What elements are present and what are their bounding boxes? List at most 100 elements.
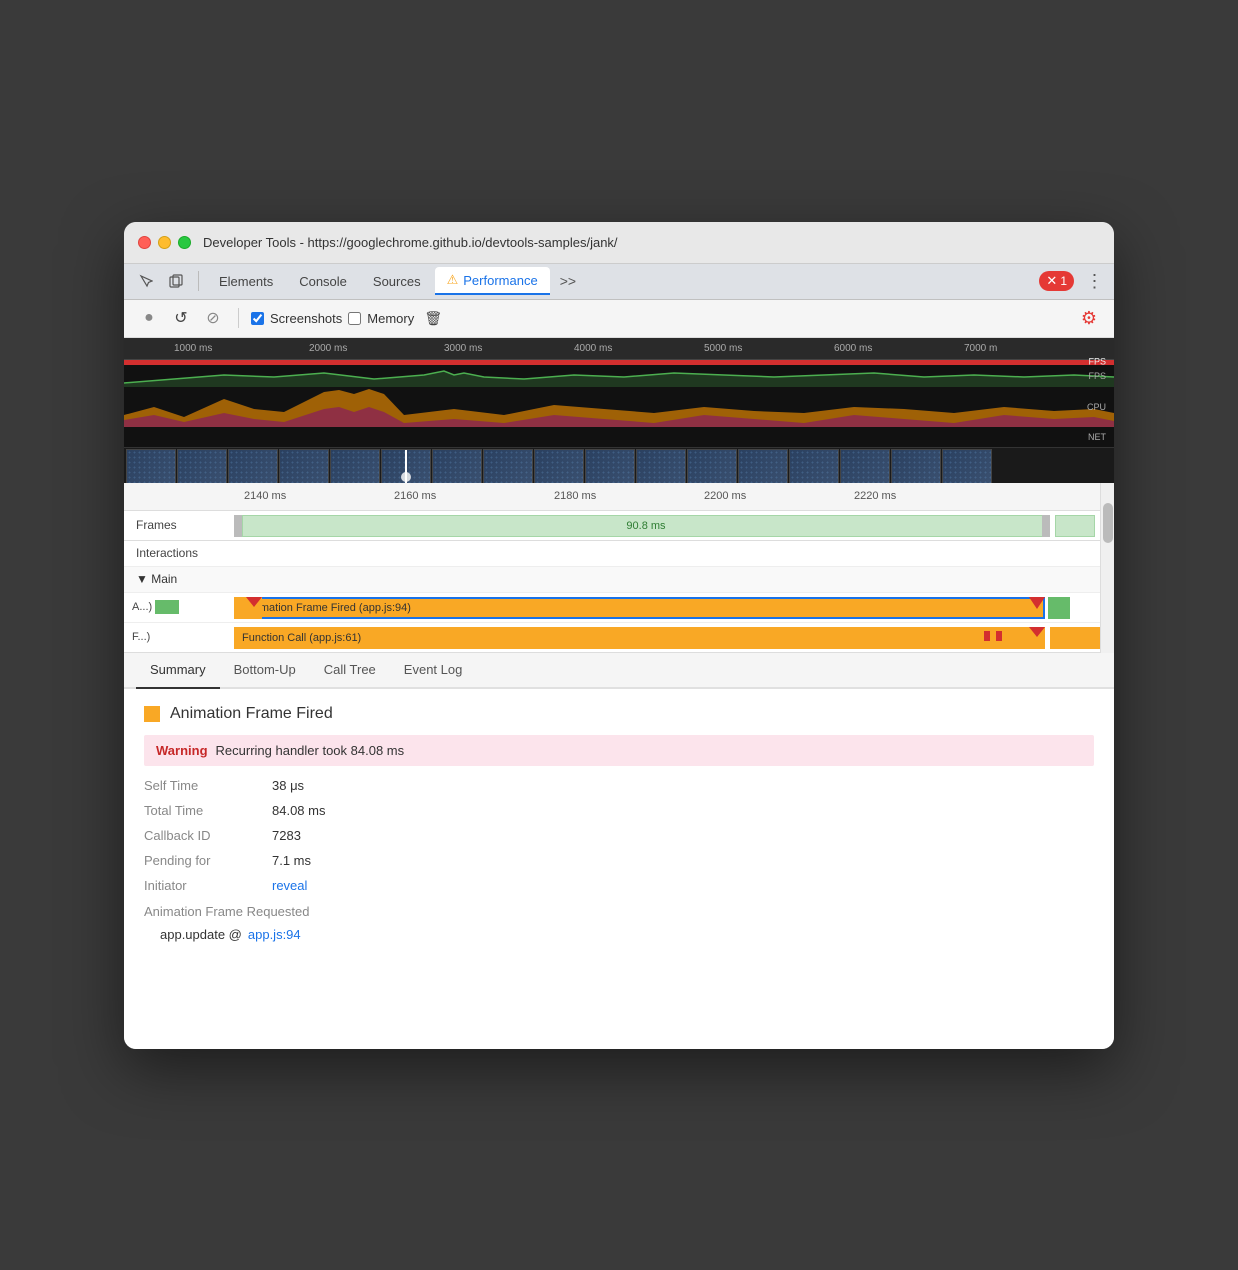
total-time-row: Total Time 84.08 ms bbox=[144, 803, 1094, 818]
maximize-button[interactable] bbox=[178, 236, 191, 249]
task1-row: A...) Animation Frame Fired (app.js:94) bbox=[124, 593, 1100, 623]
traffic-lights bbox=[138, 236, 191, 249]
anim-requested-label: Animation Frame Requested bbox=[144, 904, 309, 919]
memory-checkbox-input[interactable] bbox=[348, 312, 361, 325]
stack-link[interactable]: app.js:94 bbox=[248, 927, 301, 942]
kebab-menu-button[interactable]: ⋮ bbox=[1082, 269, 1106, 293]
tab-event-log[interactable]: Event Log bbox=[390, 653, 477, 689]
delete-button[interactable]: 🗑 bbox=[420, 305, 446, 331]
tab-bottom-up[interactable]: Bottom-Up bbox=[220, 653, 310, 689]
frames-row: Frames 90.8 ms bbox=[124, 511, 1100, 541]
initiator-row: Initiator reveal bbox=[144, 878, 1094, 893]
total-time-value: 84.08 ms bbox=[272, 803, 325, 818]
error-count: 1 bbox=[1060, 274, 1067, 288]
net-bar: NET bbox=[124, 427, 1114, 447]
summary-color-square bbox=[144, 706, 160, 722]
warning-row: Warning Recurring handler took 84.08 ms bbox=[144, 735, 1094, 766]
red-triangle bbox=[1029, 597, 1045, 609]
panel-tabs: Summary Bottom-Up Call Tree Event Log bbox=[124, 653, 1114, 689]
self-time-value: 38 μs bbox=[272, 778, 304, 793]
memory-label: Memory bbox=[367, 311, 414, 326]
tab-bar-right: ✕ 1 ⋮ bbox=[1039, 269, 1106, 293]
task1-orange-end bbox=[234, 597, 262, 619]
screenshots-label: Screenshots bbox=[270, 311, 342, 326]
pending-for-value: 7.1 ms bbox=[272, 853, 311, 868]
tab-divider bbox=[198, 271, 199, 291]
screenshots-checkbox[interactable]: Screenshots bbox=[251, 311, 342, 326]
title-bar: Developer Tools - https://googlechrome.g… bbox=[124, 222, 1114, 264]
self-time-row: Self Time 38 μs bbox=[144, 778, 1094, 793]
initiator-label: Initiator bbox=[144, 878, 264, 893]
ruler-7000ms: 7000 m bbox=[964, 343, 997, 354]
tab-more-button[interactable]: >> bbox=[552, 267, 584, 295]
memory-checkbox[interactable]: Memory bbox=[348, 311, 414, 326]
tab-console[interactable]: Console bbox=[287, 267, 359, 295]
task2-orange-end bbox=[1005, 627, 1045, 649]
window-title: Developer Tools - https://googlechrome.g… bbox=[203, 235, 618, 250]
detail-timeline-container: 2140 ms 2160 ms 2180 ms 2200 ms 2220 ms … bbox=[124, 483, 1114, 653]
tab-elements[interactable]: Elements bbox=[207, 267, 285, 295]
cursor-icon[interactable] bbox=[132, 267, 160, 295]
copy-icon[interactable] bbox=[162, 267, 190, 295]
callback-id-value: 7283 bbox=[272, 828, 301, 843]
close-button[interactable] bbox=[138, 236, 151, 249]
ruler-1000ms: 1000 ms bbox=[174, 343, 212, 354]
error-badge[interactable]: ✕ 1 bbox=[1039, 271, 1074, 291]
toolbar-divider bbox=[238, 308, 239, 328]
timeline-scrollbar[interactable] bbox=[1100, 483, 1114, 653]
clear-button[interactable]: ⊘ bbox=[200, 305, 226, 331]
task2-row: F...) Function Call (app.js:61) bbox=[124, 623, 1100, 653]
frame-handle-left[interactable] bbox=[234, 515, 242, 537]
screenshots-checkbox-input[interactable] bbox=[251, 312, 264, 325]
task2-bar[interactable]: Function Call (app.js:61) bbox=[234, 627, 1018, 649]
task1-label: A...) bbox=[124, 600, 234, 614]
net-label: NET bbox=[1088, 432, 1106, 442]
settings-button[interactable]: ⚙ bbox=[1076, 305, 1102, 331]
frames-duration: 90.8 ms bbox=[626, 520, 665, 532]
cpu-label: CPU bbox=[1087, 402, 1106, 412]
initiator-link[interactable]: reveal bbox=[272, 878, 307, 893]
tab-performance[interactable]: ⚠ Performance bbox=[435, 267, 550, 295]
main-label: ▼ Main bbox=[124, 572, 234, 586]
detail-2220ms: 2220 ms bbox=[854, 490, 896, 502]
task1-bar[interactable]: Animation Frame Fired (app.js:94) bbox=[234, 597, 1045, 619]
frame-handle-right[interactable] bbox=[1042, 515, 1050, 537]
detail-2160ms: 2160 ms bbox=[394, 490, 436, 502]
tab-call-tree[interactable]: Call Tree bbox=[310, 653, 390, 689]
pending-for-label: Pending for bbox=[144, 853, 264, 868]
frames-bar-right bbox=[1055, 515, 1095, 537]
detail-2140ms: 2140 ms bbox=[244, 490, 286, 502]
summary-panel: Animation Frame Fired Warning Recurring … bbox=[124, 689, 1114, 1049]
screenshots-strip bbox=[124, 447, 1114, 483]
stack-entry: app.update @ bbox=[160, 927, 242, 942]
tab-sources[interactable]: Sources bbox=[361, 267, 433, 295]
anim-requested-row: Animation Frame Requested bbox=[144, 903, 1094, 921]
self-time-label: Self Time bbox=[144, 778, 264, 793]
reload-button[interactable]: ↺ bbox=[168, 305, 194, 331]
summary-title-row: Animation Frame Fired bbox=[144, 705, 1094, 723]
ruler-6000ms: 6000 ms bbox=[834, 343, 872, 354]
fps-text-label: FPS bbox=[1088, 371, 1106, 381]
interactions-row: Interactions bbox=[124, 541, 1100, 567]
devtools-window: Developer Tools - https://googlechrome.g… bbox=[124, 222, 1114, 1049]
warning-icon: ⚠ bbox=[447, 272, 459, 288]
ruler-5000ms: 5000 ms bbox=[704, 343, 742, 354]
pending-for-row: Pending for 7.1 ms bbox=[144, 853, 1094, 868]
task2-red-mark1 bbox=[984, 631, 990, 641]
detail-2200ms: 2200 ms bbox=[704, 490, 746, 502]
total-time-label: Total Time bbox=[144, 803, 264, 818]
scrollbar-thumb[interactable] bbox=[1103, 503, 1113, 543]
minimize-button[interactable] bbox=[158, 236, 171, 249]
detail-timeline: 2140 ms 2160 ms 2180 ms 2200 ms 2220 ms … bbox=[124, 483, 1100, 653]
summary-title: Animation Frame Fired bbox=[170, 705, 333, 723]
ruler-2000ms: 2000 ms bbox=[309, 343, 347, 354]
record-button[interactable]: ● bbox=[136, 305, 162, 331]
detail-ruler: 2140 ms 2160 ms 2180 ms 2200 ms 2220 ms bbox=[124, 483, 1100, 511]
timeline-overview: 1000 ms 2000 ms 3000 ms 4000 ms 5000 ms … bbox=[124, 338, 1114, 483]
callback-id-row: Callback ID 7283 bbox=[144, 828, 1094, 843]
ruler-4000ms: 4000 ms bbox=[574, 343, 612, 354]
warning-label: Warning bbox=[156, 743, 208, 758]
error-icon: ✕ bbox=[1046, 273, 1057, 289]
tab-summary[interactable]: Summary bbox=[136, 653, 220, 689]
task1-green-bar bbox=[155, 600, 179, 614]
